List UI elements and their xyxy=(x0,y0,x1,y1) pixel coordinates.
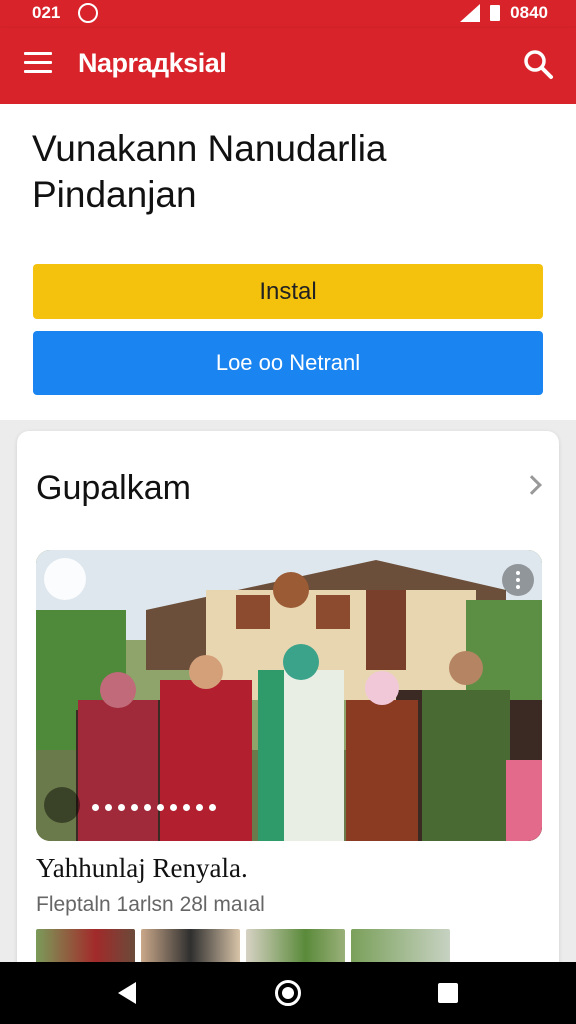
share-icon[interactable] xyxy=(44,787,80,823)
install-button[interactable]: Instal xyxy=(33,264,543,319)
system-nav-bar xyxy=(0,962,576,1024)
status-time: 021 xyxy=(32,3,61,22)
carousel-dot xyxy=(157,804,164,811)
signal-icon xyxy=(460,4,481,22)
carousel-dot xyxy=(92,804,99,811)
carousel-dot xyxy=(183,804,190,811)
carousel-dot xyxy=(196,804,203,811)
chevron-right-icon[interactable] xyxy=(522,475,542,495)
carousel-dot xyxy=(170,804,177,811)
status-icons: 0840 xyxy=(460,3,548,23)
content-card: Gupalkam Yahhunlaj Renyala. Fleptaln 1ar… xyxy=(17,431,559,991)
recent-apps-icon[interactable] xyxy=(438,983,458,1003)
post-subtitle: Fleptaln 1arlsn 28l maıal xyxy=(36,893,265,916)
carousel-dot xyxy=(209,804,216,811)
back-icon[interactable] xyxy=(118,982,136,1004)
card-title: Gupalkam xyxy=(36,469,191,507)
carousel-dot xyxy=(131,804,138,811)
status-clock: 0840 xyxy=(510,3,548,22)
app-badge-icon xyxy=(44,558,86,600)
secondary-button[interactable]: Loe oo Netranl xyxy=(33,331,543,395)
post-title: Yahhunlaj Renyala. xyxy=(36,853,248,883)
app-title: Naprадksiаl xyxy=(78,48,227,78)
status-bar: 021 0840 xyxy=(0,0,576,28)
carousel-dot xyxy=(105,804,112,811)
app-bar: Naprадksiаl xyxy=(0,28,576,104)
home-icon[interactable] xyxy=(275,980,301,1006)
search-icon[interactable] xyxy=(522,48,554,80)
more-options-icon[interactable] xyxy=(502,564,534,596)
group-photo[interactable] xyxy=(36,550,542,841)
carousel-dot xyxy=(144,804,151,811)
carousel-dots xyxy=(92,804,216,811)
hero-section: Vunakann Nanudarlia Pindanjan Instal Loe… xyxy=(0,104,576,420)
hero-title: Vunakann Nanudarlia Pindanjan xyxy=(32,128,387,215)
notification-icon xyxy=(78,3,98,23)
group-photo-illustration xyxy=(36,550,542,841)
carousel-dot xyxy=(118,804,125,811)
battery-icon xyxy=(490,5,501,21)
hamburger-menu-icon[interactable] xyxy=(24,52,52,74)
